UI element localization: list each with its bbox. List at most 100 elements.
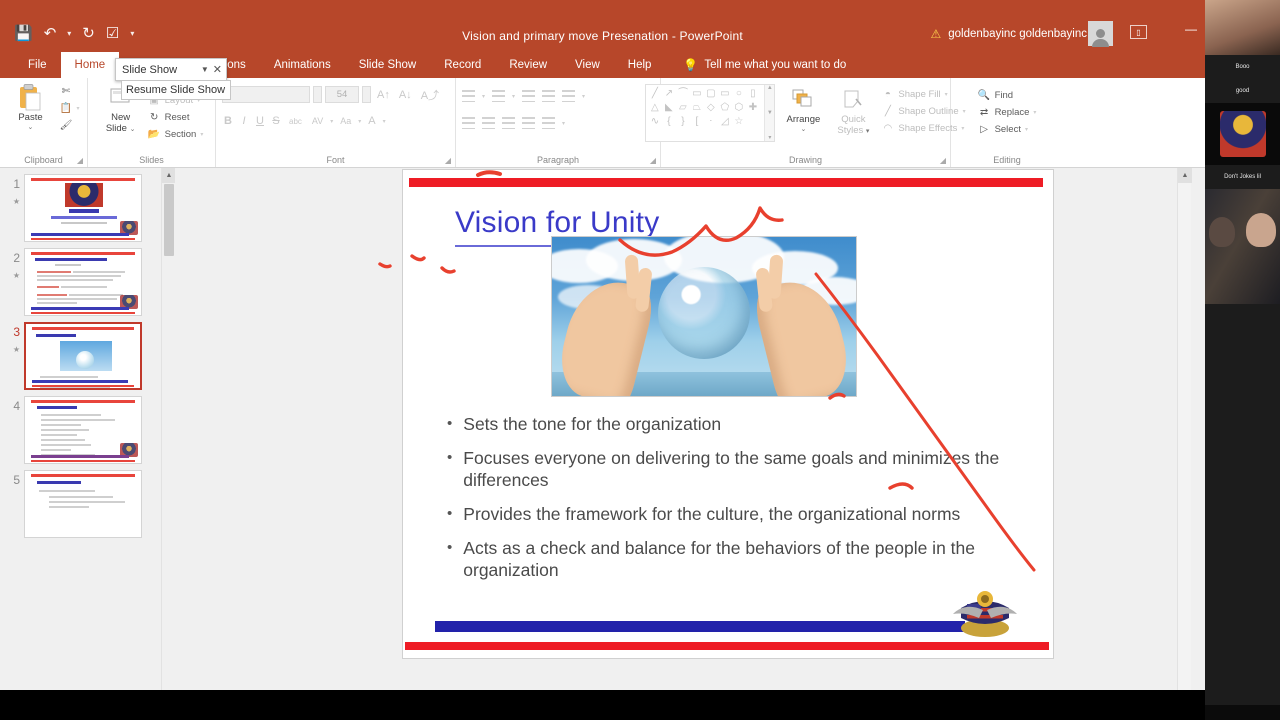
increase-indent-icon[interactable] — [542, 90, 556, 102]
increase-font-size-button[interactable]: A↑ — [374, 89, 393, 101]
ribbon-display-options-icon[interactable]: ▯ — [1130, 25, 1147, 39]
participant-bottom-tile[interactable] — [1205, 189, 1280, 304]
font-color-caret-icon[interactable]: ▾ — [383, 118, 386, 125]
shape-trapezoid-icon[interactable]: ⏢ — [690, 101, 703, 114]
slide-scroll-up-icon[interactable]: ▲ — [1178, 168, 1192, 183]
strikethrough-button[interactable]: S — [270, 115, 282, 127]
tab-animations[interactable]: Animations — [260, 52, 345, 78]
quick-styles-caret-icon[interactable]: ▾ — [866, 128, 870, 135]
reset-button[interactable]: ↻ Reset — [148, 111, 204, 124]
shapes-scroll-up-icon[interactable]: ▲ — [767, 85, 773, 91]
justify-icon[interactable] — [522, 117, 535, 129]
text-shadow-button[interactable]: abc — [286, 117, 305, 126]
align-center-icon[interactable] — [482, 117, 495, 129]
clear-formatting-button[interactable]: A⤴ — [418, 87, 442, 103]
numbering-icon[interactable] — [492, 90, 506, 102]
tab-review[interactable]: Review — [495, 52, 561, 78]
shape-arc-icon[interactable]: ⋅ — [704, 115, 717, 128]
thumbnail-scroll-thumb[interactable] — [164, 184, 174, 256]
select-button[interactable]: ▷ Select ▾ — [978, 123, 1037, 136]
drawing-dialog-launcher[interactable]: ◢ — [940, 156, 946, 165]
arrange-button[interactable]: Arrange ⌄ — [781, 84, 825, 133]
decrease-font-size-button[interactable]: A↓ — [396, 89, 415, 101]
shape-arrow-icon[interactable]: ↗ — [662, 87, 675, 100]
shape-brace-right-icon[interactable]: } — [676, 115, 689, 128]
quick-styles-button[interactable]: Quick Styles ▾ — [831, 84, 875, 137]
shape-diamond-icon[interactable]: ◇ — [704, 101, 717, 114]
shape-right-triangle-icon[interactable]: ◣ — [662, 101, 675, 114]
shapes-more-icon[interactable]: ▾ — [768, 134, 771, 141]
thumbnail-frame[interactable] — [24, 396, 142, 464]
shape-line-icon[interactable]: ╱ — [648, 87, 661, 100]
tab-slide-show[interactable]: Slide Show — [345, 52, 431, 78]
minimize-button[interactable]: — — [1185, 23, 1197, 35]
font-name-caret-icon[interactable] — [313, 86, 322, 103]
tab-help[interactable]: Help — [614, 52, 666, 78]
participant-top-tile[interactable] — [1205, 0, 1280, 55]
shapes-scroll-down-icon[interactable]: ▼ — [767, 110, 773, 116]
character-spacing-caret-icon[interactable]: ▾ — [330, 118, 333, 125]
replace-caret-icon[interactable]: ▾ — [1033, 109, 1036, 116]
select-caret-icon[interactable]: ▾ — [1025, 126, 1028, 133]
shape-cross-icon[interactable]: ✚ — [746, 101, 759, 114]
replace-button[interactable]: ⇄ Replace ▾ — [978, 106, 1037, 119]
new-slide-caret-icon[interactable]: ⌄ — [130, 126, 136, 133]
columns-icon[interactable] — [542, 117, 555, 129]
thumbnail-slide-1[interactable]: 1 ★ — [0, 168, 175, 242]
columns-caret-icon[interactable]: ▾ — [562, 120, 565, 127]
thumbnail-slide-4[interactable]: 4 — [0, 390, 175, 464]
line-spacing-caret-icon[interactable]: ▾ — [582, 93, 585, 100]
decrease-indent-icon[interactable] — [522, 90, 536, 102]
paragraph-dialog-launcher[interactable]: ◢ — [650, 156, 656, 165]
numbering-caret-icon[interactable]: ▾ — [512, 93, 515, 100]
shape-pentagon-icon[interactable]: ⬠ — [718, 101, 731, 114]
format-painter-button[interactable]: 🖌 — [59, 119, 79, 132]
shape-rect2-icon[interactable]: ▭ — [718, 87, 731, 100]
align-left-icon[interactable] — [462, 117, 475, 129]
shape-parallelogram-icon[interactable]: ▱ — [676, 101, 689, 114]
arrange-caret-icon[interactable]: ⌄ — [800, 125, 806, 133]
chevron-down-icon[interactable]: ▼ — [201, 65, 209, 74]
section-button[interactable]: 📂 Section ▾ — [148, 128, 203, 141]
shape-freeform-icon[interactable]: ◿ — [718, 115, 731, 128]
shape-triangle-icon[interactable]: △ — [648, 101, 661, 114]
tab-file[interactable]: File — [14, 52, 61, 78]
shape-hexagon-icon[interactable]: ⬡ — [732, 101, 745, 114]
shape-brace-left-icon[interactable]: { — [662, 115, 675, 128]
shape-rounded-rect-icon[interactable]: ▢ — [704, 87, 717, 100]
change-case-caret-icon[interactable]: ▾ — [358, 118, 361, 125]
tab-view[interactable]: View — [561, 52, 614, 78]
font-color-button[interactable]: A — [365, 115, 378, 127]
thumbnail-frame[interactable] — [24, 470, 142, 538]
shapes-gallery[interactable]: ╱ ↗ ⏜ ▭ ▢ ▭ ○ ▯ △ ◣ ▱ ⏢ ◇ ⬠ ⬡ ✚ ∿ {} [… — [645, 84, 776, 142]
tell-me-search[interactable]: 💡 Tell me what you want to do — [683, 58, 846, 72]
shapes-gallery-scrollbar[interactable]: ▲ ▼ ▾ — [764, 85, 775, 141]
font-size-input[interactable]: 54 — [325, 86, 359, 103]
bold-button[interactable]: B — [222, 115, 234, 127]
shape-elbow-icon[interactable]: ⏜ — [676, 87, 689, 100]
change-case-button[interactable]: Aa — [337, 116, 354, 126]
thumbnail-slide-2[interactable]: 2 ★ — [0, 242, 175, 316]
bullets-icon[interactable] — [462, 90, 475, 102]
bullets-caret-icon[interactable]: ▾ — [482, 93, 485, 100]
align-right-icon[interactable] — [502, 117, 515, 129]
shape-fill-caret-icon[interactable]: ▾ — [945, 91, 948, 98]
font-name-input[interactable] — [222, 86, 310, 103]
shape-bracket-icon[interactable]: [ — [690, 115, 703, 128]
tab-home[interactable]: Home — [60, 52, 120, 78]
thumbnail-slide-3[interactable]: 3 ★ — [0, 316, 175, 390]
thumbnail-scroll-up-icon[interactable]: ▲ — [162, 168, 175, 183]
tab-record[interactable]: Record — [430, 52, 495, 78]
avatar[interactable] — [1088, 21, 1113, 47]
thumbnail-slide-5[interactable]: 5 — [0, 464, 175, 538]
font-dialog-launcher[interactable]: ◢ — [445, 156, 451, 165]
participant-logo-tile[interactable] — [1205, 103, 1280, 165]
find-button[interactable]: 🔍 Find — [978, 89, 1037, 102]
slide-bullet-list[interactable]: • Sets the tone for the organization • F… — [447, 413, 1015, 593]
copy-button[interactable]: 📋 ▾ — [59, 102, 80, 115]
current-slide[interactable]: Vision for Unity • Sets the tone for the… — [402, 169, 1054, 659]
shape-curve-icon[interactable]: ∿ — [648, 115, 661, 128]
italic-button[interactable]: I — [238, 115, 250, 127]
clipboard-dialog-launcher[interactable]: ◢ — [77, 156, 83, 165]
paste-caret-icon[interactable]: ⌄ — [28, 123, 34, 131]
